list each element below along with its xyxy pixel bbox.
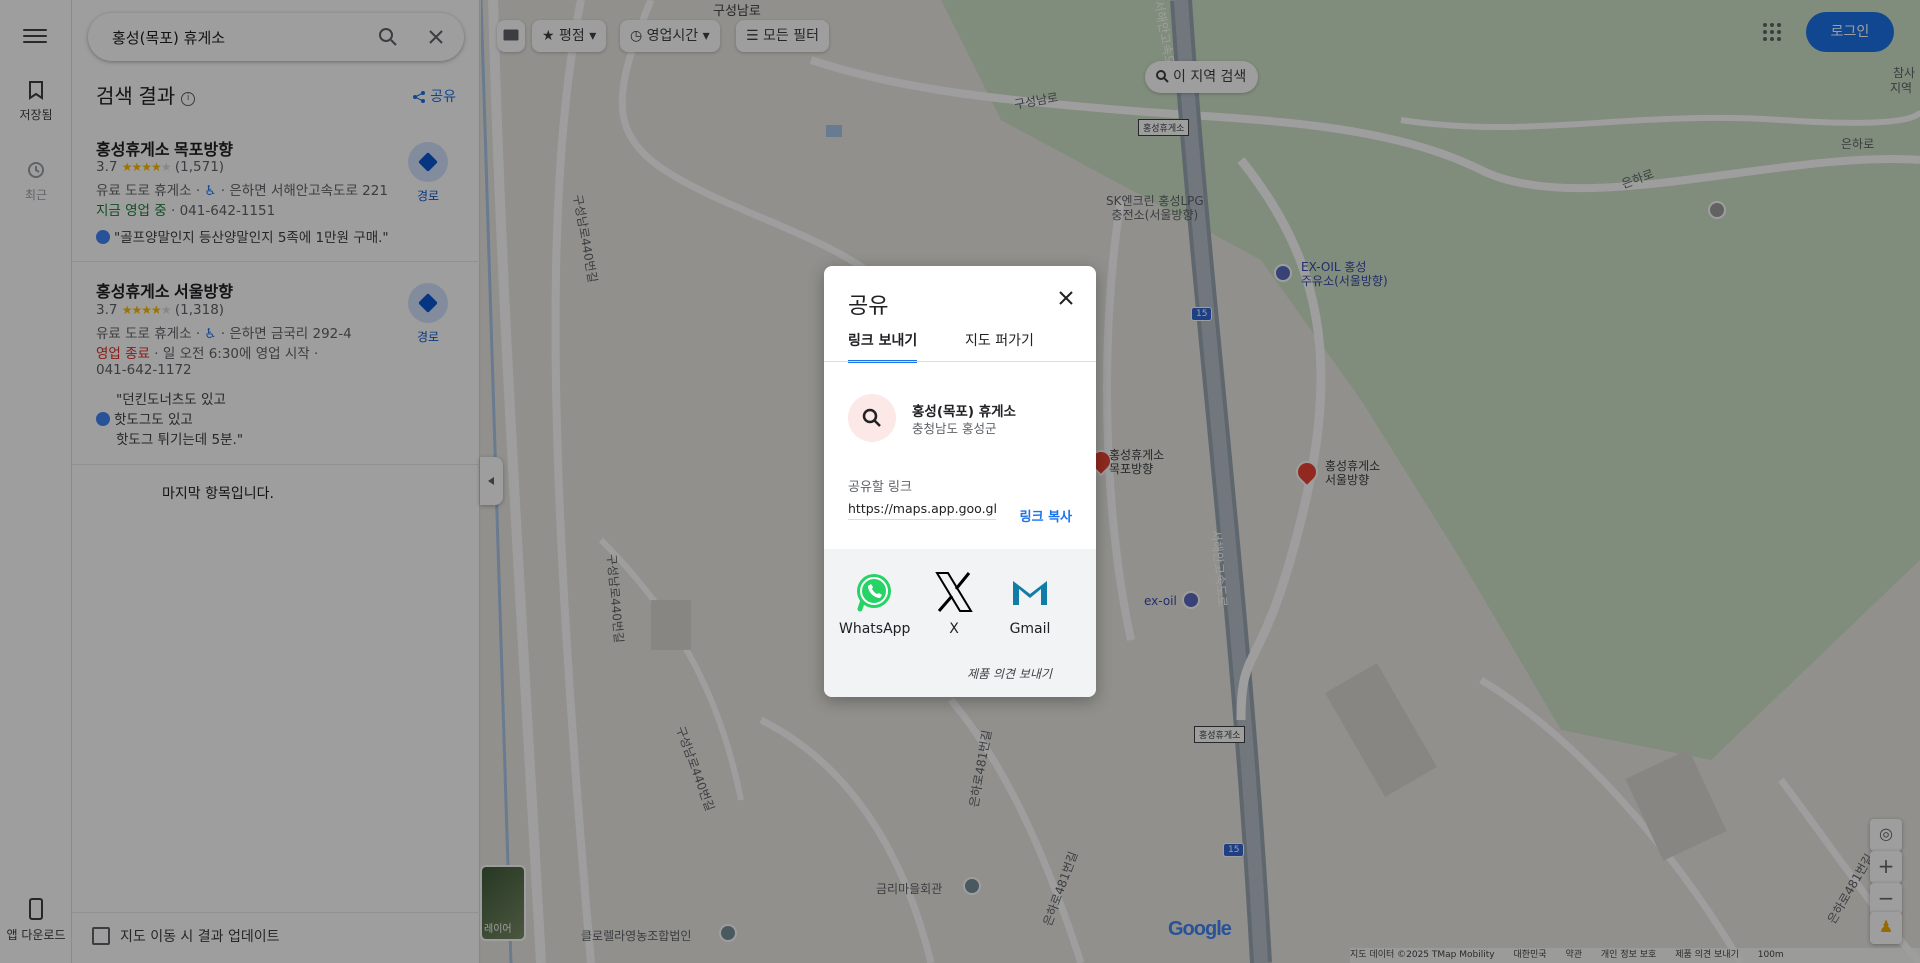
search-icon [862,408,881,427]
dialog-title: 공유 [848,293,889,318]
whatsapp-label: WhatsApp [839,621,911,637]
share-dialog: 공유 링크 보내기 지도 퍼가기 홍성(목포) 휴게소 충청남도 홍성군 공유할… [824,266,1096,697]
place-thumbnail [848,394,896,442]
tabs-divider [824,361,1096,362]
copy-link-button[interactable]: 링크 복사 [1020,506,1072,525]
share-link-input[interactable] [848,498,996,520]
gmail-label: Gmail [1009,621,1051,637]
x-label: X [949,621,959,637]
gmail-icon [1013,581,1047,605]
whatsapp-share-button[interactable]: WhatsApp [839,571,911,637]
send-feedback-link[interactable]: 제품 의견 보내기 [967,665,1052,682]
x-share-button[interactable]: X [919,571,989,637]
share-link-label: 공유할 링크 [848,480,912,495]
shared-place-name: 홍성(목포) 휴게소 [912,404,1016,420]
gmail-share-button[interactable]: Gmail [995,571,1065,637]
x-icon [935,572,973,612]
tab-send-link[interactable]: 링크 보내기 [848,330,918,363]
social-share-row: WhatsApp X Gmail 제품 의견 보내기 [824,549,1096,697]
whatsapp-icon [857,574,891,612]
close-icon[interactable] [1056,288,1076,308]
shared-place-region: 충청남도 홍성군 [912,421,997,436]
tab-embed-map[interactable]: 지도 퍼가기 [965,330,1034,360]
